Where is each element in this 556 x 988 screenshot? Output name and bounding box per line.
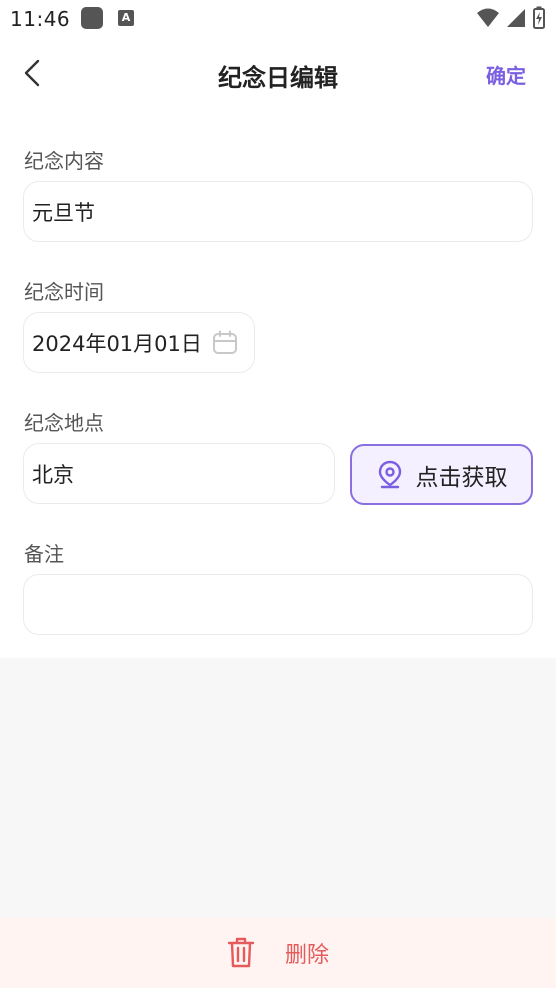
app-notification-icon <box>81 7 103 29</box>
page-title: 纪念日编辑 <box>218 64 338 92</box>
note-input[interactable] <box>23 574 533 635</box>
location-label: 纪念地点 <box>24 411 104 435</box>
font-app-icon: A <box>118 10 134 26</box>
delete-button[interactable]: 删除 <box>0 918 556 988</box>
content-input[interactable]: 元旦节 <box>23 181 533 242</box>
content-value: 元旦节 <box>32 201 95 225</box>
battery-icon <box>533 6 545 29</box>
content-label: 纪念内容 <box>24 149 104 173</box>
edit-form-panel: 纪念日编辑 确定 纪念内容 元旦节 纪念时间 2024年01月01日 纪念地点 … <box>0 38 556 658</box>
time-label: 纪念时间 <box>24 280 104 304</box>
note-label: 备注 <box>24 542 64 566</box>
status-time: 11:46 <box>10 7 71 31</box>
delete-label: 删除 <box>284 943 329 968</box>
date-picker[interactable]: 2024年01月01日 <box>23 312 255 373</box>
status-indicators <box>476 6 546 30</box>
signal-icon <box>506 9 525 27</box>
status-bar: 11:46 A <box>0 0 556 38</box>
confirm-button[interactable]: 确定 <box>486 60 526 89</box>
fetch-location-button[interactable]: 点击获取 <box>350 444 533 505</box>
navigation-bar: 纪念日编辑 确定 <box>0 38 556 110</box>
location-pin-icon <box>378 460 401 488</box>
location-value: 北京 <box>32 463 74 487</box>
chevron-left-icon <box>24 59 40 87</box>
trash-icon <box>227 937 255 968</box>
date-value: 2024年01月01日 <box>32 331 202 356</box>
calendar-icon <box>212 330 237 354</box>
back-button[interactable] <box>16 56 50 90</box>
wifi-icon <box>476 8 499 27</box>
fetch-location-label: 点击获取 <box>415 464 508 491</box>
location-input[interactable]: 北京 <box>23 443 335 504</box>
